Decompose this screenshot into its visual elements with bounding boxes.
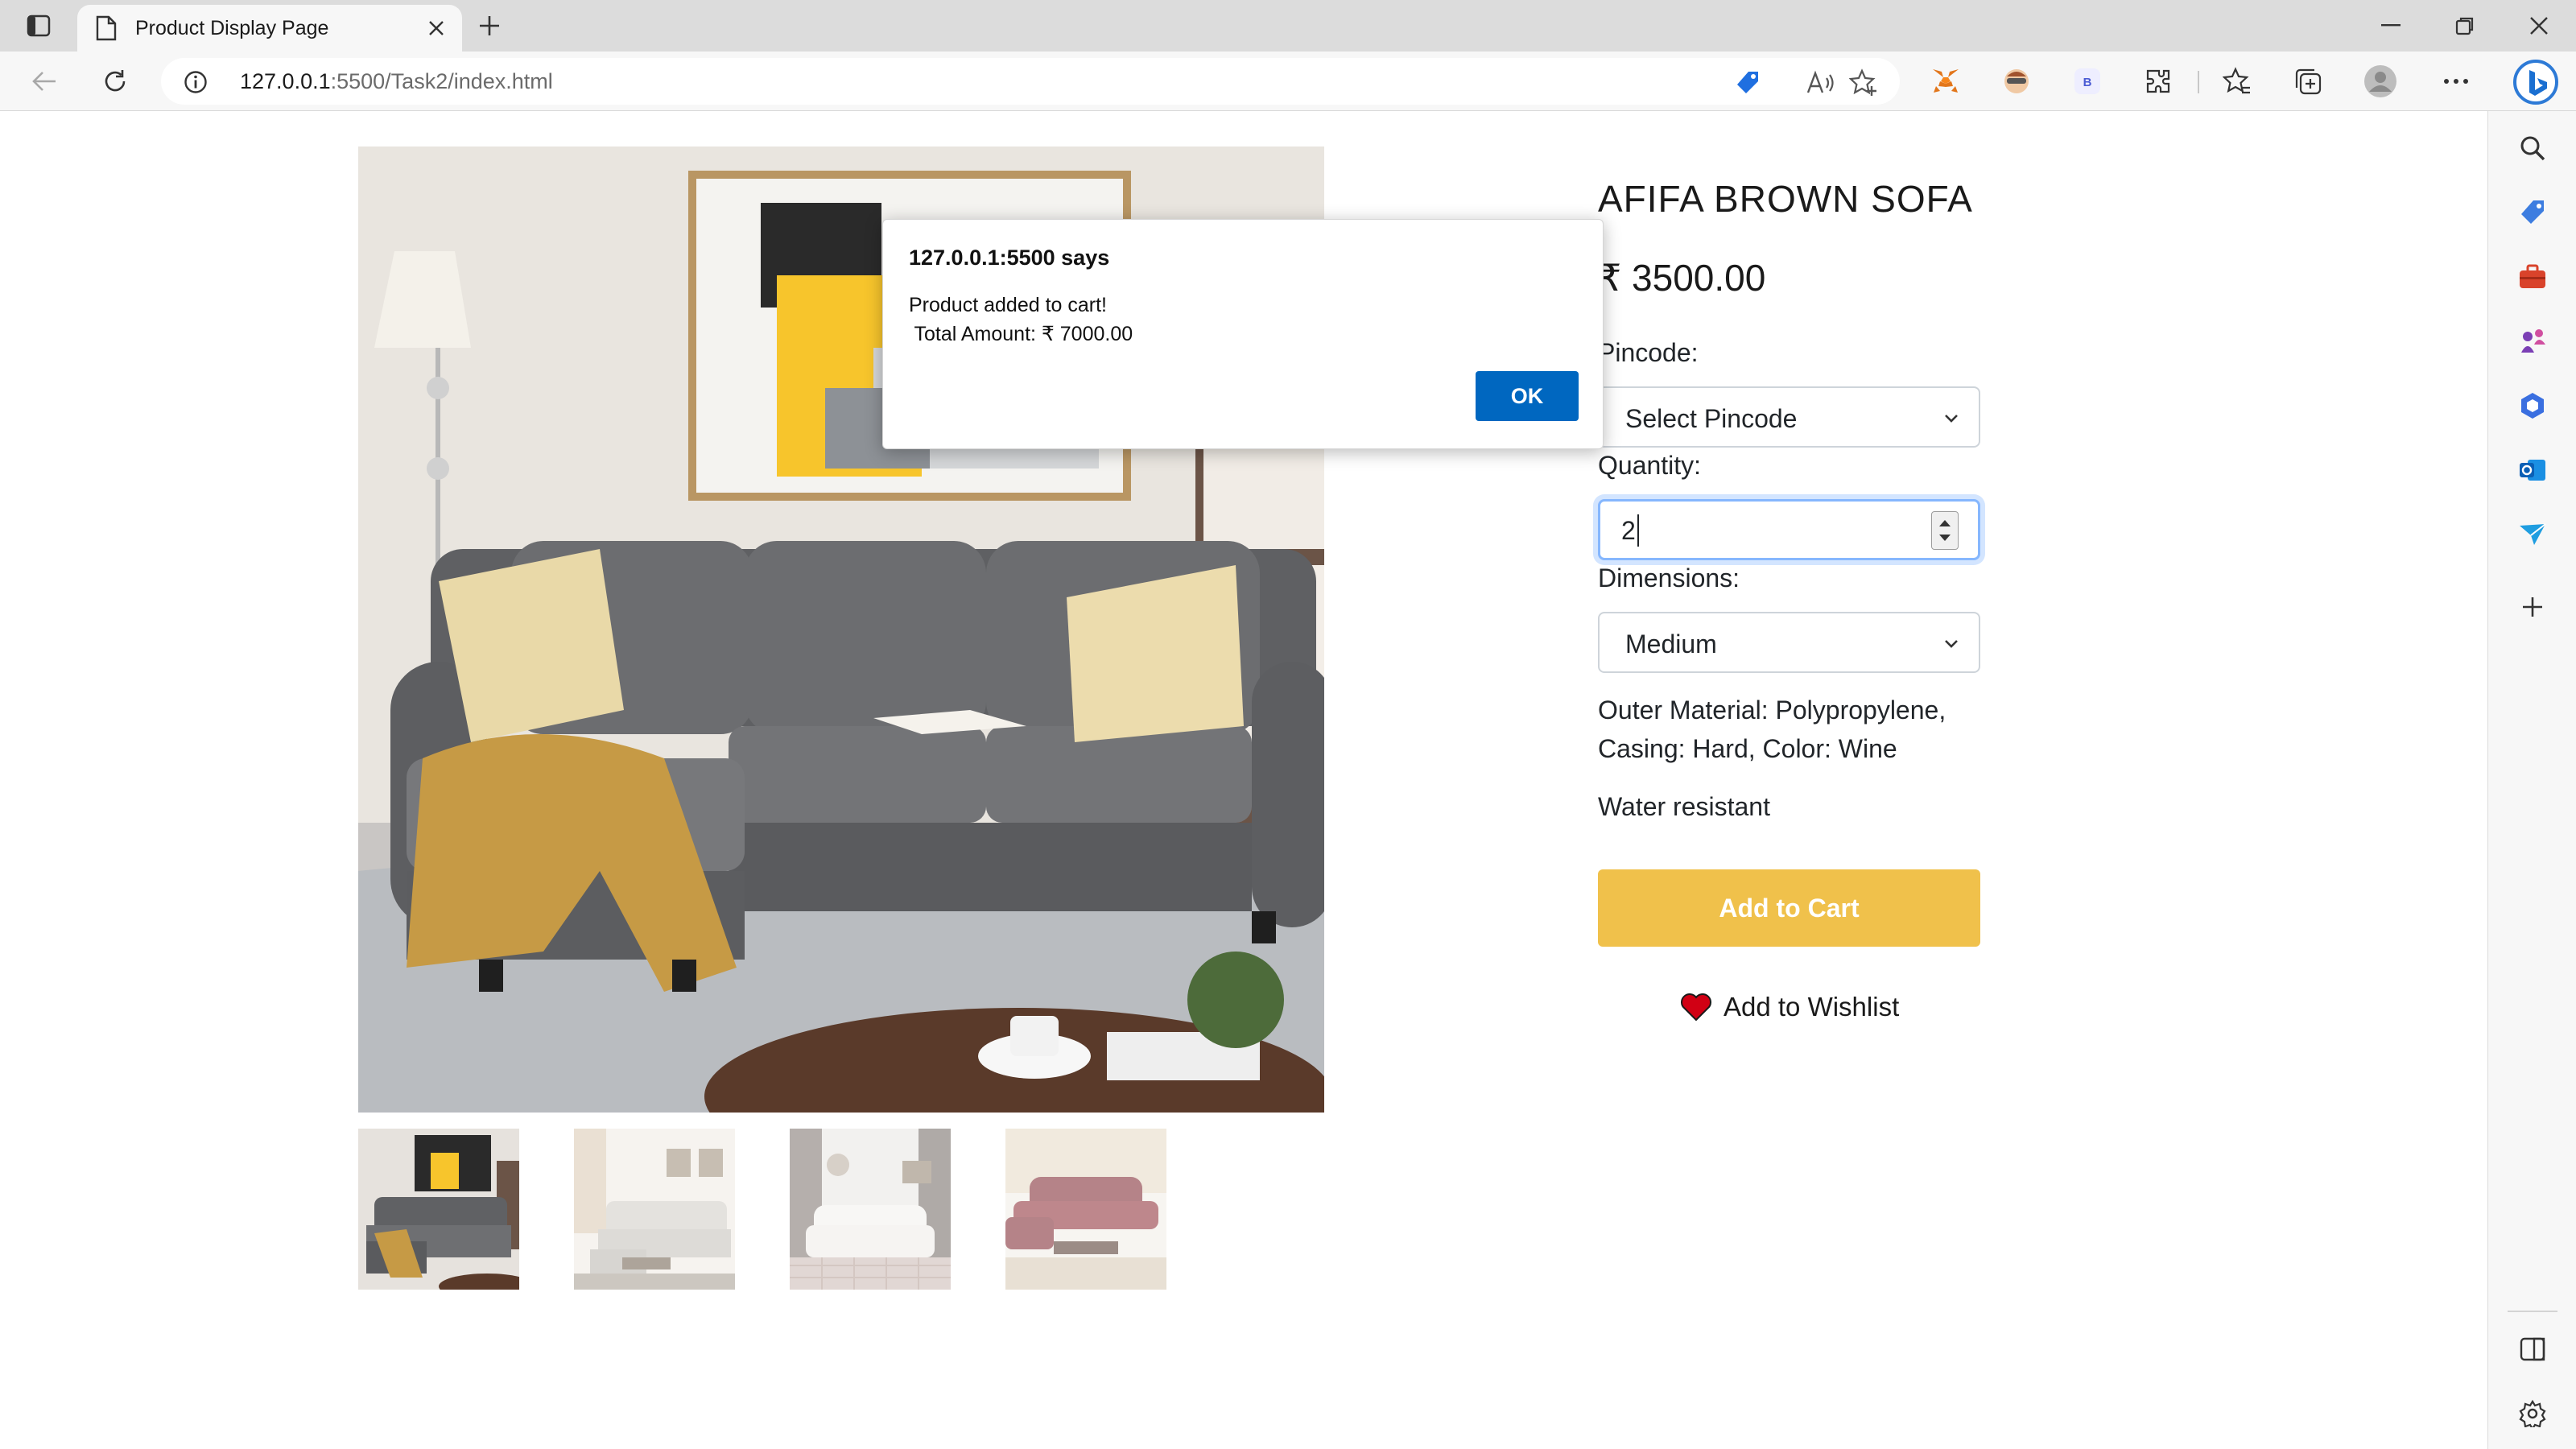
product-title: AFIFA BROWN SOFA bbox=[1598, 178, 1973, 220]
split-screen-icon[interactable] bbox=[2515, 1331, 2550, 1367]
url-text: 127.0.0.1:5500/Task2/index.html bbox=[240, 69, 553, 93]
product-description: Outer Material: Polypropylene, Casing: H… bbox=[1598, 696, 1946, 763]
search-icon[interactable] bbox=[2515, 130, 2550, 166]
add-to-wishlist-label: Add to Wishlist bbox=[1724, 992, 1900, 1022]
quantity-stepper[interactable] bbox=[1931, 511, 1959, 550]
add-to-cart-button[interactable]: Add to Cart bbox=[1598, 869, 1980, 947]
bing-extension-icon[interactable]: B bbox=[2070, 64, 2104, 98]
browser-toolbar: 127.0.0.1:5500/Task2/index.html B bbox=[0, 52, 2576, 111]
thumbnail-grey-sectional[interactable] bbox=[358, 1129, 519, 1290]
sidebar-settings-icon[interactable] bbox=[2515, 1396, 2550, 1431]
chevron-down-icon bbox=[1945, 415, 1958, 423]
metamask-extension-icon[interactable] bbox=[1929, 64, 1963, 98]
more-options-icon[interactable] bbox=[2439, 64, 2473, 98]
pincode-select[interactable]: Select Pincode bbox=[1598, 386, 1980, 448]
address-bar[interactable]: 127.0.0.1:5500/Task2/index.html bbox=[161, 58, 1900, 105]
heart-icon bbox=[1681, 993, 1711, 1022]
outlook-icon[interactable] bbox=[2515, 452, 2550, 488]
new-tab-icon[interactable] bbox=[473, 10, 506, 42]
refresh-icon[interactable] bbox=[97, 63, 134, 100]
page-icon bbox=[96, 15, 117, 41]
close-window-icon[interactable] bbox=[2515, 6, 2563, 45]
microsoft-365-icon[interactable] bbox=[2515, 388, 2550, 423]
alert-ok-button[interactable]: OK bbox=[1476, 371, 1579, 421]
sidebar-separator bbox=[2508, 1311, 2557, 1312]
thumbnail-maroon-sofa-set[interactable] bbox=[1005, 1129, 1166, 1290]
tab-actions-icon[interactable] bbox=[21, 11, 56, 40]
quantity-label: Quantity: bbox=[1598, 451, 1702, 480]
dimensions-label: Dimensions: bbox=[1598, 564, 1740, 592]
alert-dialog: 127.0.0.1:5500 says Product added to car… bbox=[882, 219, 1604, 449]
avatar-extension-icon[interactable] bbox=[2000, 64, 2033, 98]
shopping-icon[interactable] bbox=[2515, 195, 2550, 230]
thumbnail-beige-sectional[interactable] bbox=[574, 1129, 735, 1290]
edge-sidebar bbox=[2487, 111, 2576, 1449]
chevron-down-icon bbox=[1945, 640, 1958, 648]
site-info-icon[interactable] bbox=[184, 70, 208, 94]
alert-dialog-message: Product added to cart! Total Amount: ₹ 7… bbox=[909, 294, 1133, 345]
product-price: ₹ 3500.00 bbox=[1598, 257, 1766, 299]
minimize-icon[interactable] bbox=[2367, 6, 2415, 45]
profile-avatar-icon[interactable] bbox=[2363, 64, 2397, 98]
collections-icon[interactable] bbox=[2291, 64, 2325, 98]
send-icon[interactable] bbox=[2515, 517, 2550, 552]
bing-copilot-icon[interactable] bbox=[2512, 58, 2560, 106]
add-to-wishlist-button[interactable]: Add to Wishlist bbox=[1680, 992, 1899, 1022]
add-favorite-icon[interactable] bbox=[1848, 68, 1879, 98]
extensions-icon[interactable] bbox=[2141, 64, 2175, 98]
dimensions-select[interactable]: Medium bbox=[1598, 612, 1980, 673]
tab-title: Product Display Page bbox=[135, 16, 329, 39]
quantity-input[interactable]: 2 bbox=[1598, 499, 1980, 560]
restore-icon[interactable] bbox=[2441, 6, 2489, 45]
close-tab-icon[interactable] bbox=[420, 12, 452, 44]
read-aloud-icon[interactable] bbox=[1805, 68, 1835, 98]
text-caret bbox=[1637, 514, 1639, 547]
alert-dialog-title: 127.0.0.1:5500 says bbox=[909, 246, 1110, 270]
dimensions-select-value: Medium bbox=[1625, 630, 1717, 658]
svg-text:B: B bbox=[2083, 76, 2092, 89]
favorites-icon[interactable] bbox=[2220, 64, 2254, 98]
tools-icon[interactable] bbox=[2515, 259, 2550, 295]
thumbnail-white-tufted-sofa[interactable] bbox=[790, 1129, 951, 1290]
back-icon[interactable] bbox=[26, 63, 63, 100]
pincode-select-value: Select Pincode bbox=[1625, 404, 1798, 433]
browser-title-bar: Product Display Page bbox=[0, 0, 2576, 52]
shopping-tag-icon[interactable] bbox=[1732, 68, 1763, 98]
product-feature: Water resistant bbox=[1598, 792, 1770, 821]
games-icon[interactable] bbox=[2515, 324, 2550, 359]
pincode-label: Pincode: bbox=[1598, 338, 1699, 367]
toolbar-separator bbox=[2198, 71, 2199, 93]
quantity-value: 2 bbox=[1621, 516, 1636, 545]
browser-tab[interactable]: Product Display Page bbox=[77, 5, 462, 52]
add-sidebar-app-icon[interactable] bbox=[2515, 589, 2550, 625]
page-content: AFIFA BROWN SOFA ₹ 3500.00 Pincode: Sele… bbox=[0, 111, 2487, 1449]
